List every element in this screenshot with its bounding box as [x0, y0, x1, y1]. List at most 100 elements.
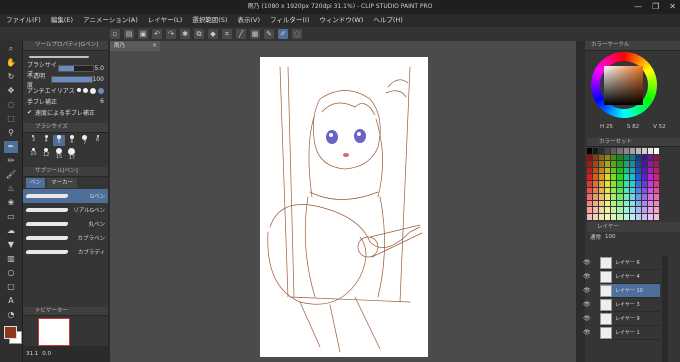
undo-icon[interactable]: ↶: [152, 29, 162, 39]
color-swatch[interactable]: [611, 200, 617, 207]
color-swatch[interactable]: [605, 174, 611, 180]
color-swatch[interactable]: [587, 161, 593, 167]
color-swatch[interactable]: [647, 167, 653, 174]
color-swatch[interactable]: [647, 194, 653, 200]
color-swatch[interactable]: [593, 187, 599, 194]
color-swatch[interactable]: [635, 167, 641, 174]
color-swatch[interactable]: [617, 154, 623, 161]
blend-icon[interactable]: ☁: [4, 225, 18, 237]
color-swatch[interactable]: [623, 194, 629, 200]
menu-window[interactable]: ウィンドウ(W): [319, 14, 363, 27]
color-swatch[interactable]: [653, 194, 659, 200]
menu-layer[interactable]: レイヤー(L): [148, 14, 183, 27]
color-swatch[interactable]: [593, 200, 599, 207]
color-swatch[interactable]: [635, 200, 641, 207]
color-swatch[interactable]: [623, 167, 629, 174]
color-swatch[interactable]: [605, 161, 611, 167]
color-swatch[interactable]: [653, 187, 659, 194]
color-swatch[interactable]: [653, 148, 659, 154]
rotate-icon[interactable]: ↻: [4, 71, 18, 83]
menu-animation[interactable]: アニメーション(A): [83, 14, 138, 27]
layer-opacity-value[interactable]: 100: [605, 234, 616, 240]
color-swatch[interactable]: [629, 161, 635, 167]
color-swatch[interactable]: [593, 161, 599, 167]
size-option[interactable]: 10: [27, 148, 40, 161]
lasso-icon[interactable]: ◌: [4, 99, 18, 111]
color-swatch[interactable]: [647, 148, 653, 154]
antialias-strong[interactable]: [98, 87, 104, 94]
menu-help[interactable]: ヘルプ(H): [373, 14, 402, 27]
color-swatch[interactable]: [641, 148, 647, 154]
hand-icon[interactable]: ✋: [4, 57, 18, 69]
clear-icon[interactable]: ✱: [180, 29, 190, 39]
stabilization-row[interactable]: 手ブレ補正 6: [23, 96, 108, 107]
maximize-button[interactable]: ❐: [652, 0, 659, 14]
zoom-icon[interactable]: ⌕: [4, 43, 18, 55]
brush-kabura-2[interactable]: カブラディ: [23, 245, 108, 259]
document-tab[interactable]: 雨乃 ×: [110, 41, 160, 51]
color-swatch[interactable]: [593, 174, 599, 180]
color-swatch[interactable]: [617, 167, 623, 174]
color-swatch[interactable]: [623, 148, 629, 154]
color-swatch[interactable]: [587, 194, 593, 200]
color-swatch[interactable]: [629, 200, 635, 207]
eye-icon[interactable]: 👁: [583, 301, 593, 308]
selection-icon[interactable]: ⬚: [4, 113, 18, 125]
brush-kabura-pen[interactable]: カブラペン: [23, 231, 108, 245]
frame-icon[interactable]: ▢: [4, 281, 18, 293]
opacity-slider[interactable]: [50, 76, 93, 83]
layer-scrollbar[interactable]: [662, 256, 668, 362]
opacity-row[interactable]: 不透明度 100: [23, 73, 108, 89]
layer-item[interactable]: レイヤー 4: [600, 270, 660, 284]
drawing-canvas[interactable]: [260, 57, 428, 357]
color-swatch[interactable]: [617, 207, 623, 213]
color-swatch[interactable]: [605, 180, 611, 187]
gradient-icon[interactable]: ▥: [4, 253, 18, 265]
color-swatch[interactable]: [629, 213, 635, 220]
brush-icon[interactable]: ✐: [278, 29, 288, 39]
eye-icon[interactable]: 👁: [583, 273, 593, 280]
color-swatch[interactable]: [629, 187, 635, 194]
blend-mode-select[interactable]: 通常: [590, 233, 601, 241]
color-set-grid[interactable]: [587, 148, 659, 220]
size-option[interactable]: 17: [65, 148, 78, 161]
color-swatch[interactable]: [623, 187, 629, 194]
snap-icon[interactable]: ⌗: [222, 29, 232, 39]
color-swatch[interactable]: [641, 180, 647, 187]
color-swatch[interactable]: [635, 187, 641, 194]
color-swatch[interactable]: [611, 148, 617, 154]
color-swatch[interactable]: [623, 207, 629, 213]
new-icon[interactable]: ▫: [110, 29, 120, 39]
color-swatch[interactable]: [605, 148, 611, 154]
color-swatch[interactable]: [647, 207, 653, 213]
color-swatch[interactable]: [599, 148, 605, 154]
color-swatch[interactable]: [635, 174, 641, 180]
color-swatch[interactable]: [653, 213, 659, 220]
color-swatch[interactable]: [641, 207, 647, 213]
fill-tool-icon[interactable]: ▼: [4, 239, 18, 251]
color-swatch[interactable]: [611, 194, 617, 200]
figure-icon[interactable]: ○: [4, 267, 18, 279]
fill-icon[interactable]: ◆: [208, 29, 218, 39]
decoration-icon[interactable]: ❀: [4, 197, 18, 209]
size-option[interactable]: 7: [78, 135, 91, 146]
navigator-zoom[interactable]: 31.1: [26, 351, 38, 357]
color-swatch[interactable]: [599, 207, 605, 213]
color-swatch[interactable]: [599, 213, 605, 220]
color-swatch[interactable]: [623, 180, 629, 187]
transform-icon[interactable]: ⧉: [194, 29, 204, 39]
color-swatch[interactable]: [629, 148, 635, 154]
color-swatch[interactable]: [599, 200, 605, 207]
color-swatch[interactable]: [635, 154, 641, 161]
close-icon[interactable]: ×: [152, 41, 157, 51]
color-swatch[interactable]: [593, 148, 599, 154]
color-swatch[interactable]: [587, 167, 593, 174]
color-swatch[interactable]: [647, 187, 653, 194]
color-swatch[interactable]: [617, 174, 623, 180]
balloon-icon[interactable]: ◔: [4, 309, 18, 321]
color-swatch[interactable]: [653, 174, 659, 180]
color-swatch[interactable]: [629, 180, 635, 187]
color-swatch[interactable]: [599, 194, 605, 200]
airbrush-icon[interactable]: ♨: [4, 183, 18, 195]
color-swatch[interactable]: [611, 213, 617, 220]
